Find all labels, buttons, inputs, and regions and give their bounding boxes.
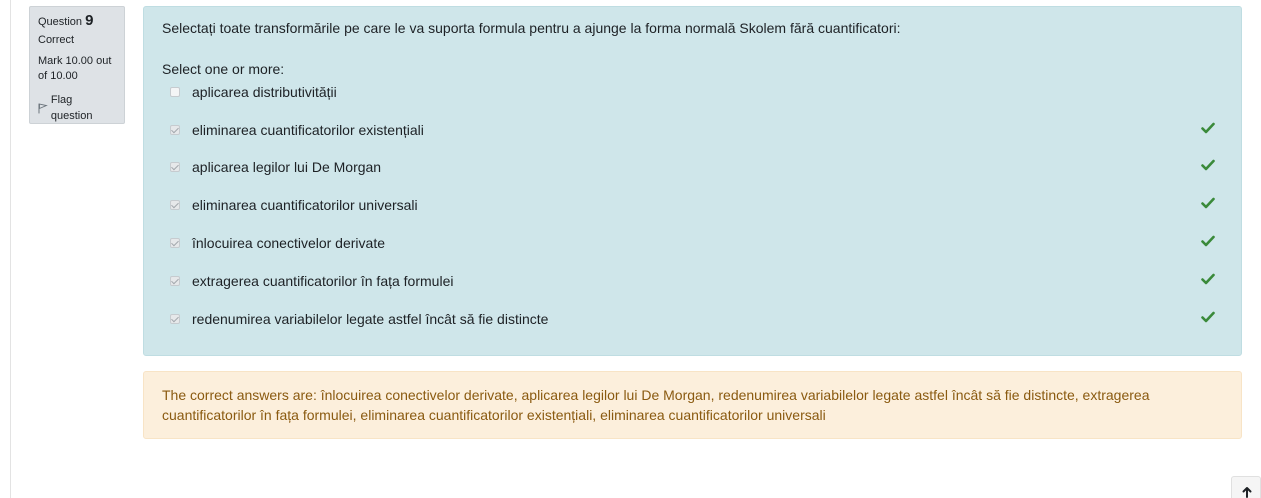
flag-icon	[38, 103, 48, 113]
answer-option[interactable]: redenumirea variabilelor legate astfel î…	[170, 309, 1220, 329]
check-icon	[1201, 273, 1215, 285]
answer-option[interactable]: înlocuirea conectivelor derivate	[170, 233, 1220, 253]
question-number: Question 9	[38, 13, 116, 30]
question-text: Selectați toate transformările pe care l…	[162, 20, 901, 36]
check-icon	[1201, 122, 1215, 134]
correct-answers-feedback: The correct answers are: înlocuirea cone…	[143, 371, 1242, 439]
answer-option-label: extragerea cuantificatorilor în fața for…	[192, 273, 454, 289]
answer-option-label: înlocuirea conectivelor derivate	[192, 235, 385, 251]
flag-question-link[interactable]: Flag question	[38, 92, 116, 124]
answer-checkbox[interactable]	[170, 276, 180, 286]
answer-option-label: aplicarea distributivității	[192, 84, 337, 100]
question-label: Question	[38, 16, 83, 28]
answer-option-label: eliminarea cuantificatorilor existențial…	[192, 122, 424, 138]
answer-checkbox[interactable]	[170, 314, 180, 324]
flag-question-label: Flag question	[50, 94, 93, 122]
answer-option[interactable]: extragerea cuantificatorilor în fața for…	[170, 271, 1220, 291]
check-icon	[1201, 235, 1215, 247]
answer-option[interactable]: eliminarea cuantificatorilor existențial…	[170, 120, 1220, 140]
question-number-value: 9	[85, 12, 94, 29]
answer-checkbox[interactable]	[170, 162, 180, 172]
scroll-to-top-button[interactable]	[1231, 476, 1261, 498]
arrow-up-icon	[1242, 487, 1252, 498]
answer-option-label: redenumirea variabilelor legate astfel î…	[192, 311, 549, 327]
question-grade: Mark 10.00 out of 10.00	[38, 55, 112, 82]
answer-option[interactable]: eliminarea cuantificatorilor universali	[170, 195, 1220, 215]
answer-option[interactable]: aplicarea legilor lui De Morgan	[170, 157, 1220, 177]
feedback-text: The correct answers are: înlocuirea cone…	[162, 387, 1150, 423]
quiz-review-page: Question 9 Correct Mark 10.00 out of 10.…	[0, 0, 1261, 498]
check-icon	[1201, 159, 1215, 171]
answer-option-label: eliminarea cuantificatorilor universali	[192, 197, 418, 213]
question-content: Selectați toate transformările pe care l…	[143, 6, 1242, 356]
answer-checkbox[interactable]	[170, 200, 180, 210]
answer-checkbox[interactable]	[170, 125, 180, 135]
answer-prompt: Select one or more:	[162, 61, 285, 77]
left-divider	[10, 0, 11, 498]
check-icon	[1201, 311, 1215, 323]
question-info-panel: Question 9 Correct Mark 10.00 out of 10.…	[29, 6, 125, 124]
question-state: Correct	[38, 34, 75, 46]
answer-checkbox[interactable]	[170, 87, 180, 97]
answer-checkbox[interactable]	[170, 238, 180, 248]
answer-option-label: aplicarea legilor lui De Morgan	[192, 159, 382, 175]
check-icon	[1201, 197, 1215, 209]
answer-option[interactable]: aplicarea distributivității	[170, 82, 1220, 102]
